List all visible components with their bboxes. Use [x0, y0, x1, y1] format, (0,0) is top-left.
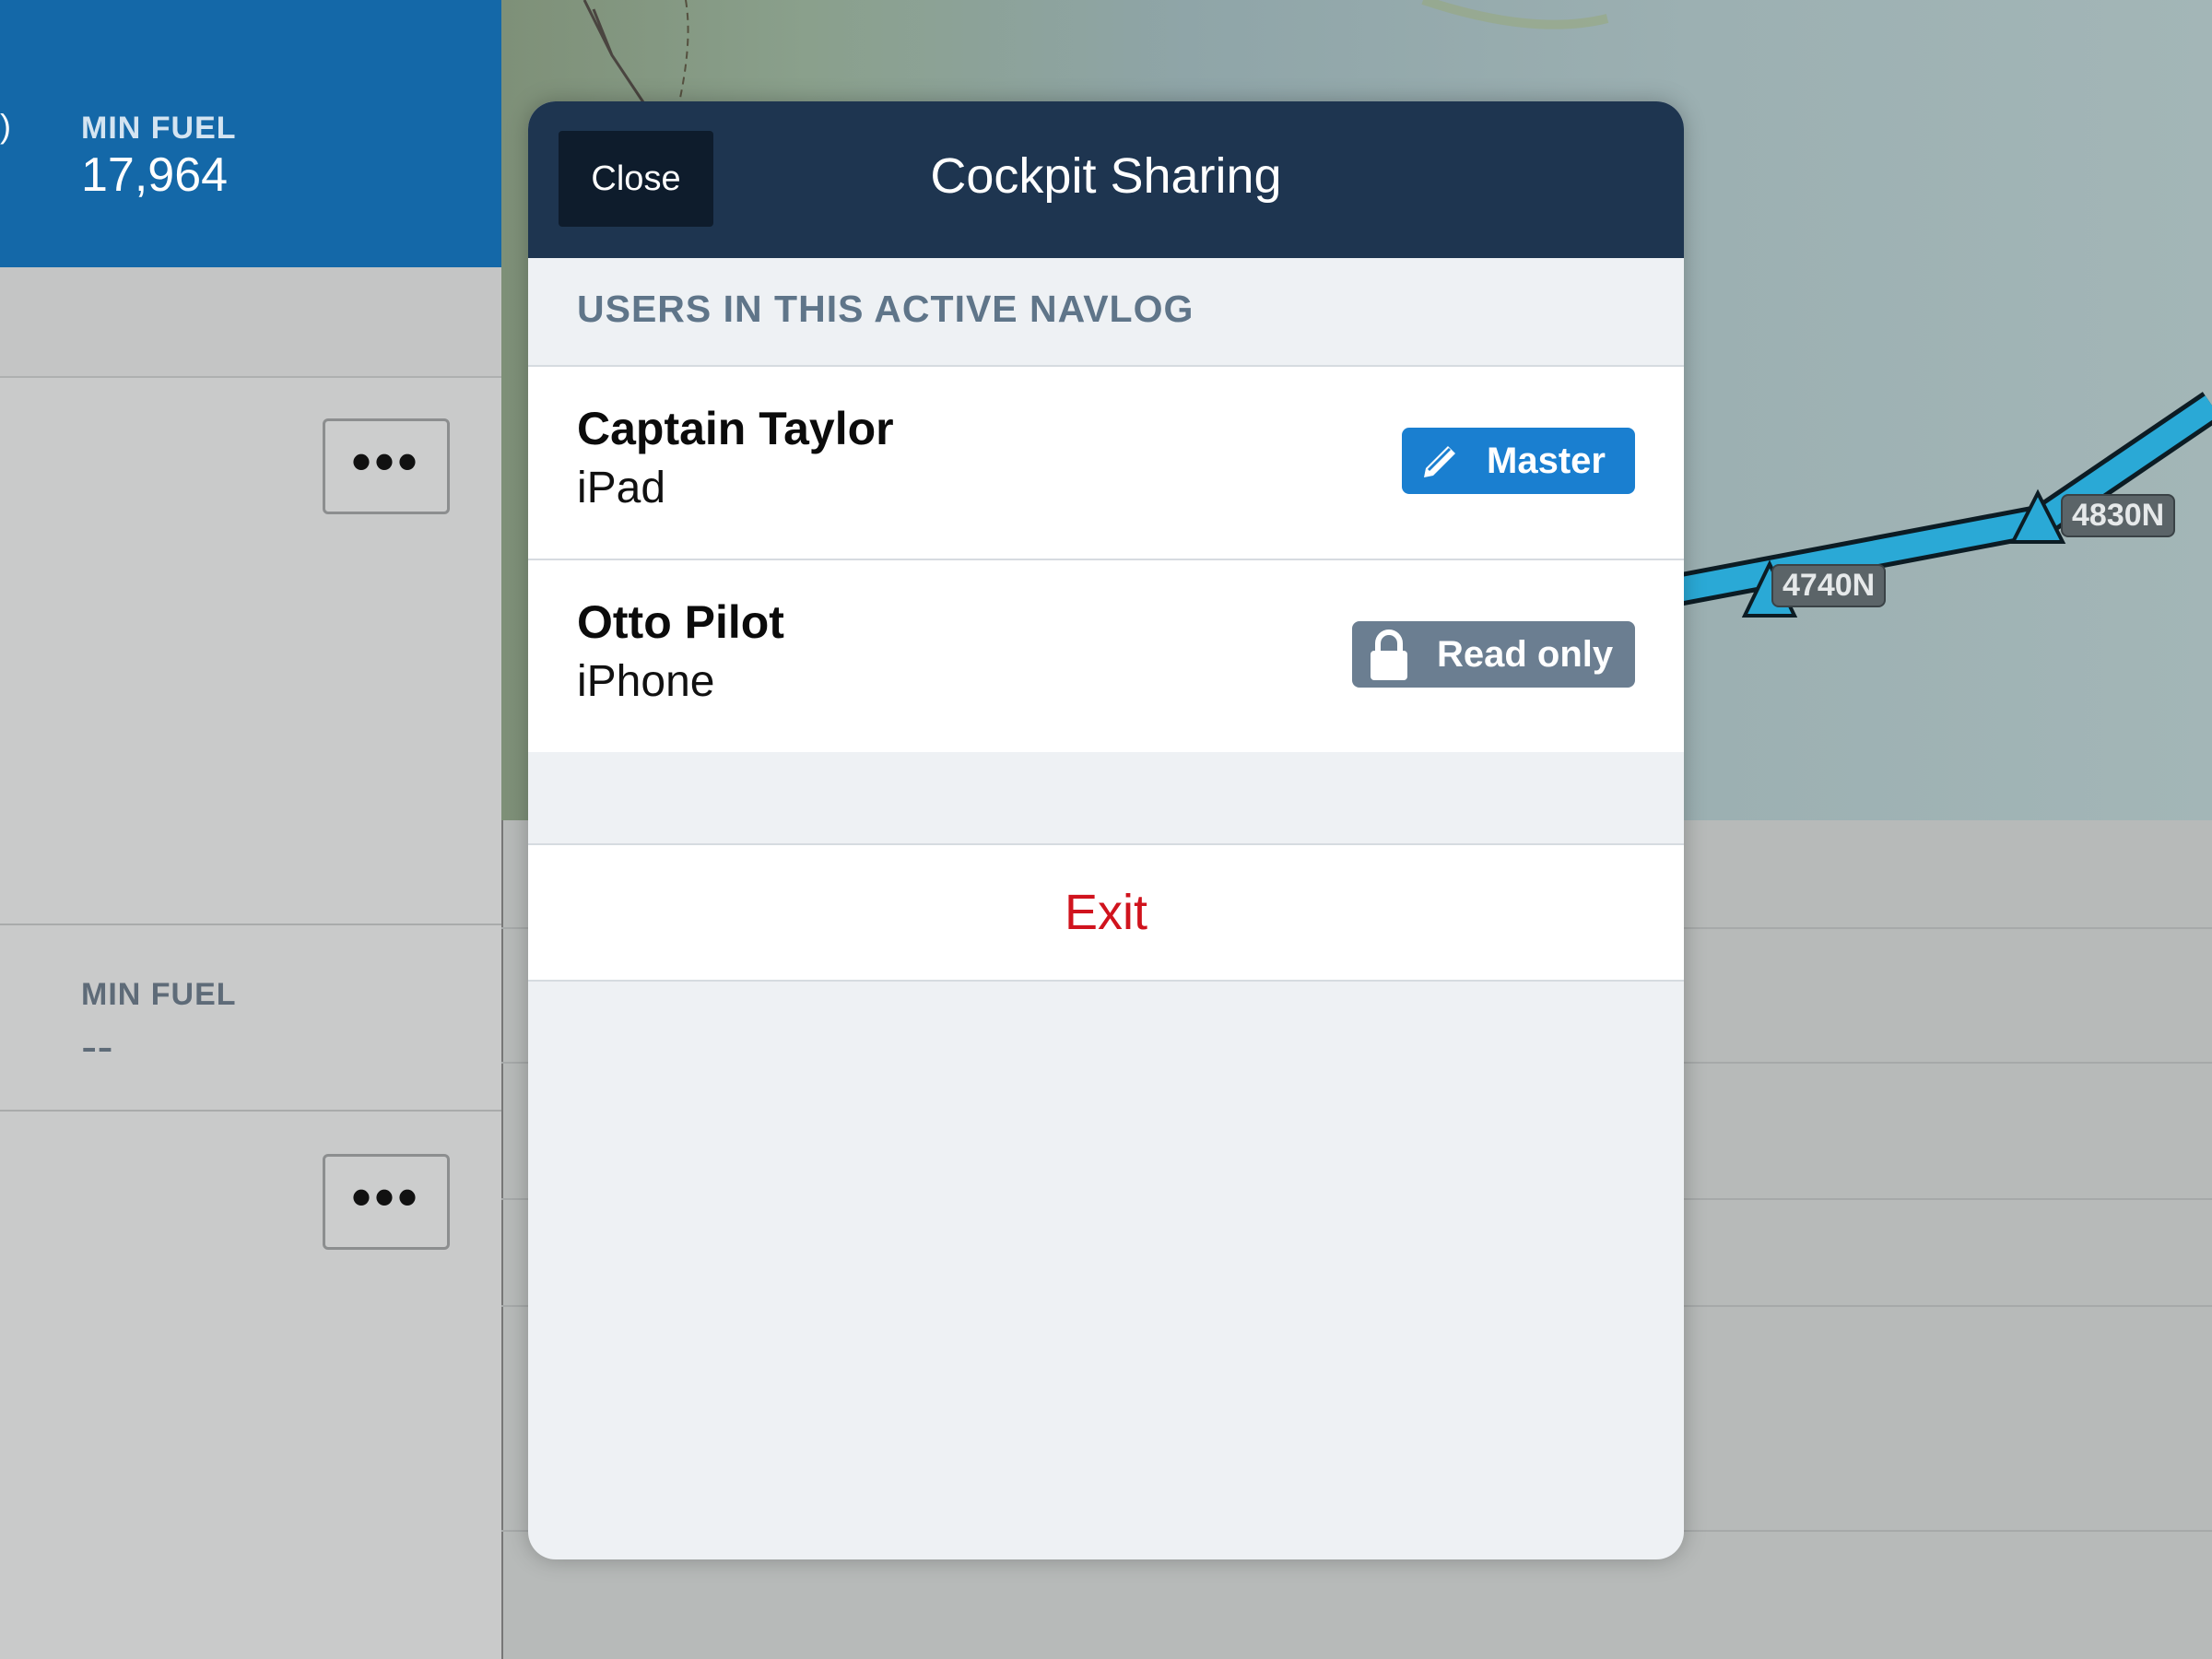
role-label: Master: [1487, 441, 1606, 481]
waypoint-label[interactable]: 4830N: [2061, 494, 2176, 537]
paren-fragment: ): [0, 107, 11, 145]
role-badge-master[interactable]: Master: [1402, 428, 1635, 494]
section-band: [0, 267, 501, 378]
min-fuel-label: MIN FUEL: [81, 111, 237, 146]
exit-row[interactable]: Exit: [528, 843, 1684, 982]
user-name: Otto Pilot: [577, 596, 784, 648]
min-fuel-value: 17,964: [81, 148, 229, 202]
dialog-title: Cockpit Sharing: [930, 148, 1282, 204]
user-row[interactable]: Otto Pilot iPhone Read only: [528, 559, 1684, 752]
more-options-button-2[interactable]: •••: [323, 1154, 450, 1250]
user-device: iPhone: [577, 657, 715, 706]
fuel-header: ) MIN FUEL 17,964: [0, 0, 501, 267]
row-divider: [0, 1110, 501, 1112]
coastline: [582, 0, 651, 112]
row-divider: [0, 924, 501, 925]
pencil-icon: [1417, 439, 1463, 494]
exit-button[interactable]: Exit: [528, 884, 1684, 941]
cockpit-sharing-dialog: Close Cockpit Sharing USERS IN THIS ACTI…: [528, 101, 1684, 1559]
waypoint-label[interactable]: 4740N: [1771, 564, 1887, 607]
more-options-button[interactable]: •••: [323, 418, 450, 514]
dialog-header: Close Cockpit Sharing: [528, 101, 1684, 258]
min-fuel-value-2: --: [81, 1020, 113, 1074]
user-device: iPad: [577, 464, 666, 512]
min-fuel-label-2: MIN FUEL: [81, 977, 237, 1012]
user-name: Captain Taylor: [577, 403, 894, 454]
role-label: Read only: [1437, 634, 1614, 675]
role-badge-read-only[interactable]: Read only: [1352, 621, 1635, 688]
left-panel: ) MIN FUEL 17,964 ••• MIN FUEL -- •••: [0, 0, 501, 1659]
users-section-header: USERS IN THIS ACTIVE NAVLOG: [577, 288, 1194, 330]
land-fringe: [1421, 0, 1609, 29]
user-row[interactable]: Captain Taylor iPad Master: [528, 365, 1684, 559]
lock-icon: [1369, 629, 1409, 691]
